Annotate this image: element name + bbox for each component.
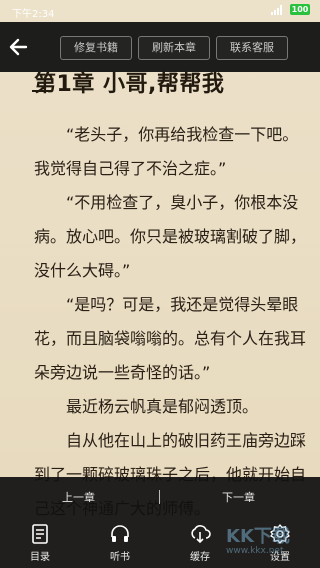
nav-divider — [159, 490, 160, 504]
listen-button[interactable]: 听书 — [90, 523, 150, 563]
paragraph: “老头子，你再给我检查一下吧。我觉得自己得了不治之症。” — [34, 125, 299, 178]
cache-label: 缓存 — [190, 552, 210, 563]
catalog-label: 目录 — [30, 552, 50, 563]
paragraph: “不用检查了，臭小子，你根本没病。放心吧。你只是被玻璃割破了脚，没什么大碍。” — [34, 193, 307, 280]
back-button[interactable] — [6, 34, 32, 60]
prev-chapter-button[interactable]: 上一章 — [62, 489, 95, 505]
chapter-body: “老头子，你再给我检查一下吧。我觉得自己得了不治之症。” “不用检查了，臭小子，… — [34, 118, 310, 526]
signal-icon — [271, 4, 285, 15]
next-chapter-button[interactable]: 下一章 — [222, 489, 255, 505]
battery-icon: 100 — [290, 4, 310, 15]
contact-support-button[interactable]: 联系客服 — [216, 36, 288, 60]
refresh-chapter-button[interactable]: 刷新本章 — [138, 36, 210, 60]
repair-book-button[interactable]: 修复书籍 — [60, 36, 132, 60]
paragraph: “是吗？可是，我还是觉得头晕眼花，而且脑袋嗡嗡的。总有个人在我耳朵旁边说一些奇怪… — [34, 295, 307, 382]
listen-label: 听书 — [110, 552, 130, 563]
watermark-url: www.kkx.net — [226, 546, 284, 556]
download-icon — [191, 525, 211, 544]
status-time: 下午2:34 — [12, 9, 55, 20]
chapter-nav: 上一章 下一章 — [0, 477, 320, 519]
cache-button[interactable]: 缓存 — [170, 523, 230, 563]
status-icons: 100 — [271, 4, 310, 15]
catalog-button[interactable]: 目录 — [10, 523, 70, 563]
reader-page: 下午2:34 100 第1章 小哥,帮帮我 “老头子，你再给我检查一下吧。我觉得… — [0, 0, 320, 568]
headphones-icon — [111, 525, 129, 542]
paragraph: 最近杨云帆真是郁闷透顶。 — [66, 397, 259, 416]
watermark: KK下载 www.kkx.net — [226, 522, 316, 562]
top-toolbar: 修复书籍 刷新本章 联系客服 — [0, 22, 320, 72]
watermark-logo: KK下载 — [226, 526, 290, 547]
catalog-icon — [32, 524, 48, 544]
status-bar: 下午2:34 100 — [0, 0, 320, 22]
arrow-left-icon — [9, 38, 28, 56]
